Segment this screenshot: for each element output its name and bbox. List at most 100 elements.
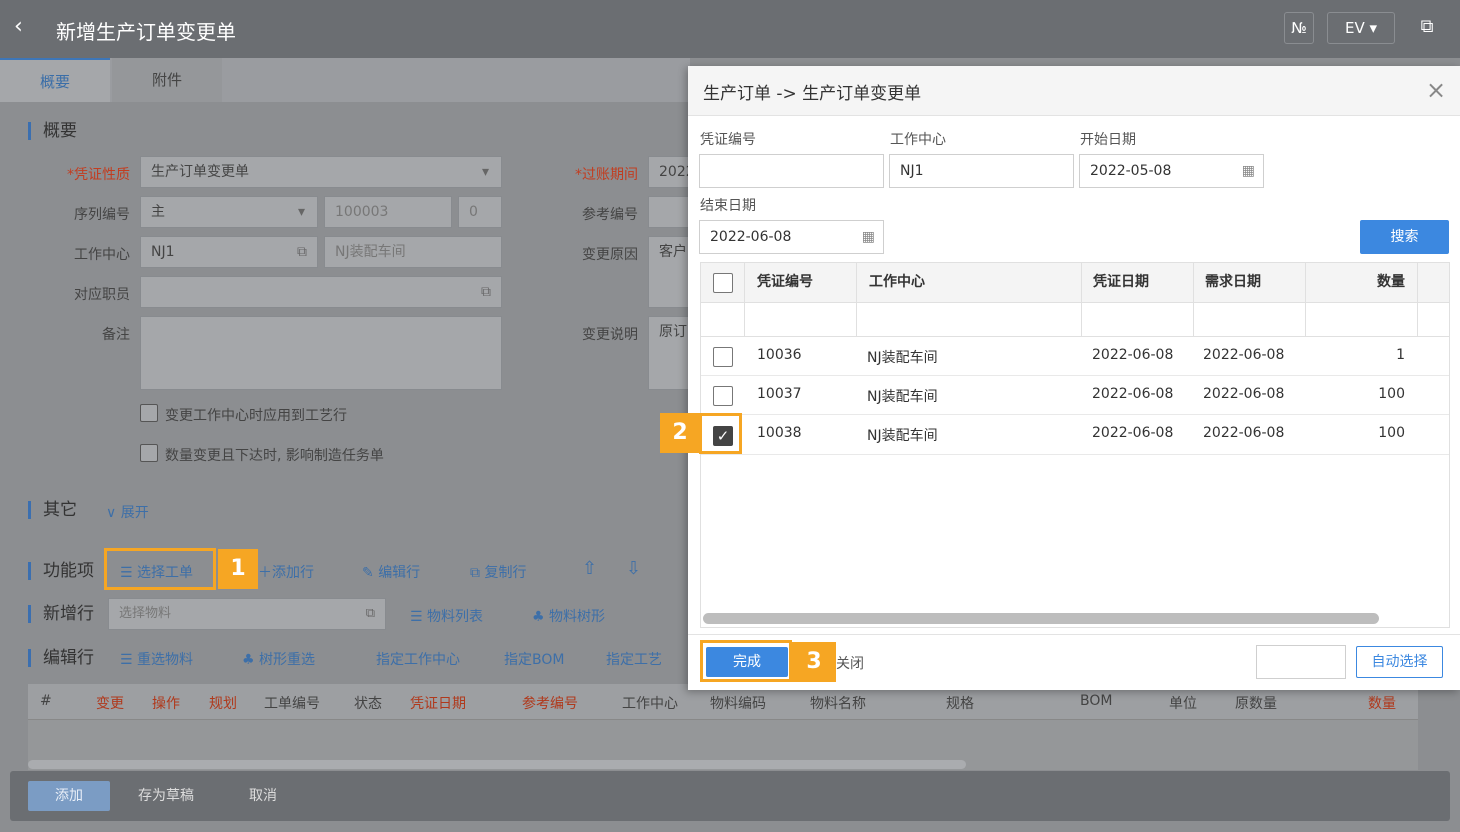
row-voucher-date: 2022-06-08	[1092, 347, 1174, 363]
posting-period-field[interactable]: 2022	[648, 156, 690, 188]
work-center-label: 工作中心	[74, 247, 130, 263]
copy-row-button[interactable]: ⧉ 复制行	[470, 562, 526, 582]
assign-work-center-button[interactable]: 指定工作中心	[376, 649, 460, 669]
start-date-input[interactable]: 2022-05-08 ▦	[1079, 154, 1264, 188]
serial-index-field: 0	[458, 196, 502, 228]
tab-attachments[interactable]: 附件	[112, 58, 222, 102]
assign-route-button[interactable]: 指定工艺	[606, 649, 662, 669]
filter-row[interactable]	[701, 303, 1449, 337]
reference-no-label: 参考编号	[582, 207, 638, 223]
apply-route-checkbox[interactable]	[140, 404, 158, 422]
edit-row-button[interactable]: ✎ 编辑行	[362, 562, 420, 582]
move-up-icon[interactable]: ⇧	[582, 558, 597, 579]
select-all-checkbox[interactable]	[713, 273, 733, 293]
expand-link[interactable]: ∨ 展开	[106, 502, 149, 522]
add-button[interactable]: 添加	[28, 781, 110, 811]
dialog-header: 生产订单 -> 生产订单变更单 ×	[688, 66, 1460, 116]
work-center-input[interactable]: NJ1	[889, 154, 1074, 188]
external-link-icon[interactable]: ⧉	[1412, 12, 1442, 44]
back-icon[interactable]: ‹	[14, 14, 23, 39]
number-button[interactable]: №	[1284, 12, 1314, 44]
staff-field[interactable]: ⧉	[140, 276, 502, 308]
row-quantity: 100	[1378, 386, 1405, 402]
end-date-label: 结束日期	[700, 198, 756, 214]
col-material-name: 物料名称	[810, 696, 866, 712]
step-badge-2: 2	[660, 413, 700, 453]
row-work-center: NJ装配车间	[867, 350, 938, 366]
note-textarea[interactable]	[140, 316, 502, 390]
close-icon[interactable]: ×	[1426, 76, 1446, 104]
section-new-row: 新增行	[28, 605, 94, 623]
col-spec: 规格	[946, 696, 974, 712]
ev-dropdown[interactable]: EV ▾	[1327, 12, 1395, 44]
voucher-type-label: *凭证性质	[67, 167, 130, 183]
col-bom: BOM	[1080, 693, 1113, 709]
table-row[interactable]: 10036 NJ装配车间 2022-06-08 2022-06-08 1	[701, 337, 1449, 376]
calendar-icon[interactable]: ▦	[1242, 155, 1255, 187]
search-button[interactable]: 搜索	[1360, 220, 1449, 254]
auto-select-button[interactable]: 自动选择	[1356, 646, 1443, 678]
edit-row-label: 编辑行	[378, 565, 421, 581]
row-checkbox[interactable]	[713, 386, 733, 406]
calendar-icon[interactable]: ▦	[862, 221, 875, 253]
material-list-button[interactable]: ☰ 物料列表	[410, 606, 483, 626]
order-grid-scrollbar[interactable]	[703, 613, 1379, 624]
col-quantity: 数量	[1377, 274, 1405, 290]
add-row-button[interactable]: ＋添加行	[258, 562, 314, 582]
row-checkbox[interactable]	[713, 347, 733, 367]
col-status: 状态	[354, 696, 382, 712]
tree-reselect-label: 树形重选	[259, 652, 316, 668]
reference-no-field[interactable]	[648, 196, 690, 228]
assign-bom-button[interactable]: 指定BOM	[504, 649, 564, 669]
tab-summary[interactable]: 概要	[0, 58, 110, 102]
row-voucher-no: 10036	[757, 347, 802, 363]
tree-reselect-button[interactable]: ♣ 树形重选	[242, 649, 315, 669]
work-center-field[interactable]: NJ1 ⧉	[140, 236, 318, 268]
work-center-value: NJ1	[151, 244, 175, 260]
move-down-icon[interactable]: ⇩	[626, 558, 641, 579]
col-index: #	[40, 693, 52, 709]
select-material-input[interactable]: 选择物料 ⧉	[108, 598, 386, 630]
reselect-material-button[interactable]: ☰ 重选物料	[120, 649, 193, 669]
row-quantity: 100	[1378, 425, 1405, 441]
serial-label: 序列编号	[74, 207, 130, 223]
page-title: 新增生产订单变更单	[56, 20, 236, 44]
affect-task-checkbox[interactable]	[140, 444, 158, 462]
plus-icon: ＋	[258, 565, 272, 581]
save-draft-button[interactable]: 存为草稿	[126, 781, 206, 811]
step-badge-1: 1	[218, 549, 258, 589]
chevron-down-icon: ▾	[481, 164, 489, 180]
voucher-type-select[interactable]: 生产订单变更单 ▾	[140, 156, 502, 188]
row-voucher-no: 10037	[757, 386, 802, 402]
cancel-button[interactable]: 取消	[236, 781, 290, 811]
reselect-material-label: 重选物料	[137, 652, 194, 668]
copy-icon[interactable]: ⧉	[366, 599, 375, 629]
col-original-qty: 原数量	[1235, 696, 1277, 712]
change-desc-label: 变更说明	[582, 327, 638, 343]
material-list-label: 物料列表	[427, 609, 484, 625]
posting-period-label: *过账期间	[575, 167, 638, 183]
tree-icon: ♣	[242, 652, 260, 668]
voucher-no-input[interactable]	[699, 154, 884, 188]
row-voucher-no: 10038	[757, 425, 802, 441]
voucher-type-value: 生产订单变更单	[151, 164, 249, 180]
row-voucher-date: 2022-06-08	[1092, 425, 1174, 441]
table-row[interactable]: 10037 NJ装配车间 2022-06-08 2022-06-08 100	[701, 376, 1449, 415]
col-change: 变更	[96, 696, 124, 712]
add-row-label: 添加行	[272, 565, 314, 581]
copy-icon[interactable]: ⧉	[481, 277, 491, 307]
select-order-button[interactable]: ☰ 选择工单	[120, 562, 193, 582]
serial-select[interactable]: 主 ▾	[140, 196, 318, 228]
row-demand-date: 2022-06-08	[1203, 386, 1285, 402]
copy-icon[interactable]: ⧉	[297, 237, 307, 267]
change-reason-field[interactable]: 客户	[648, 236, 690, 308]
close-button[interactable]: 关闭	[836, 653, 864, 673]
auto-select-count-input[interactable]	[1256, 645, 1346, 679]
detail-grid-scrollbar[interactable]	[28, 760, 966, 769]
voucher-no-label: 凭证编号	[700, 132, 756, 148]
material-tree-button[interactable]: ♣ 物料树形	[532, 606, 605, 626]
end-date-input[interactable]: 2022-06-08 ▦	[699, 220, 884, 254]
change-desc-field[interactable]: 原订	[648, 316, 690, 390]
col-ref-no: 参考编号	[522, 696, 578, 712]
table-row-selected[interactable]: ✓ 10038 NJ装配车间 2022-06-08 2022-06-08 100	[701, 415, 1449, 455]
